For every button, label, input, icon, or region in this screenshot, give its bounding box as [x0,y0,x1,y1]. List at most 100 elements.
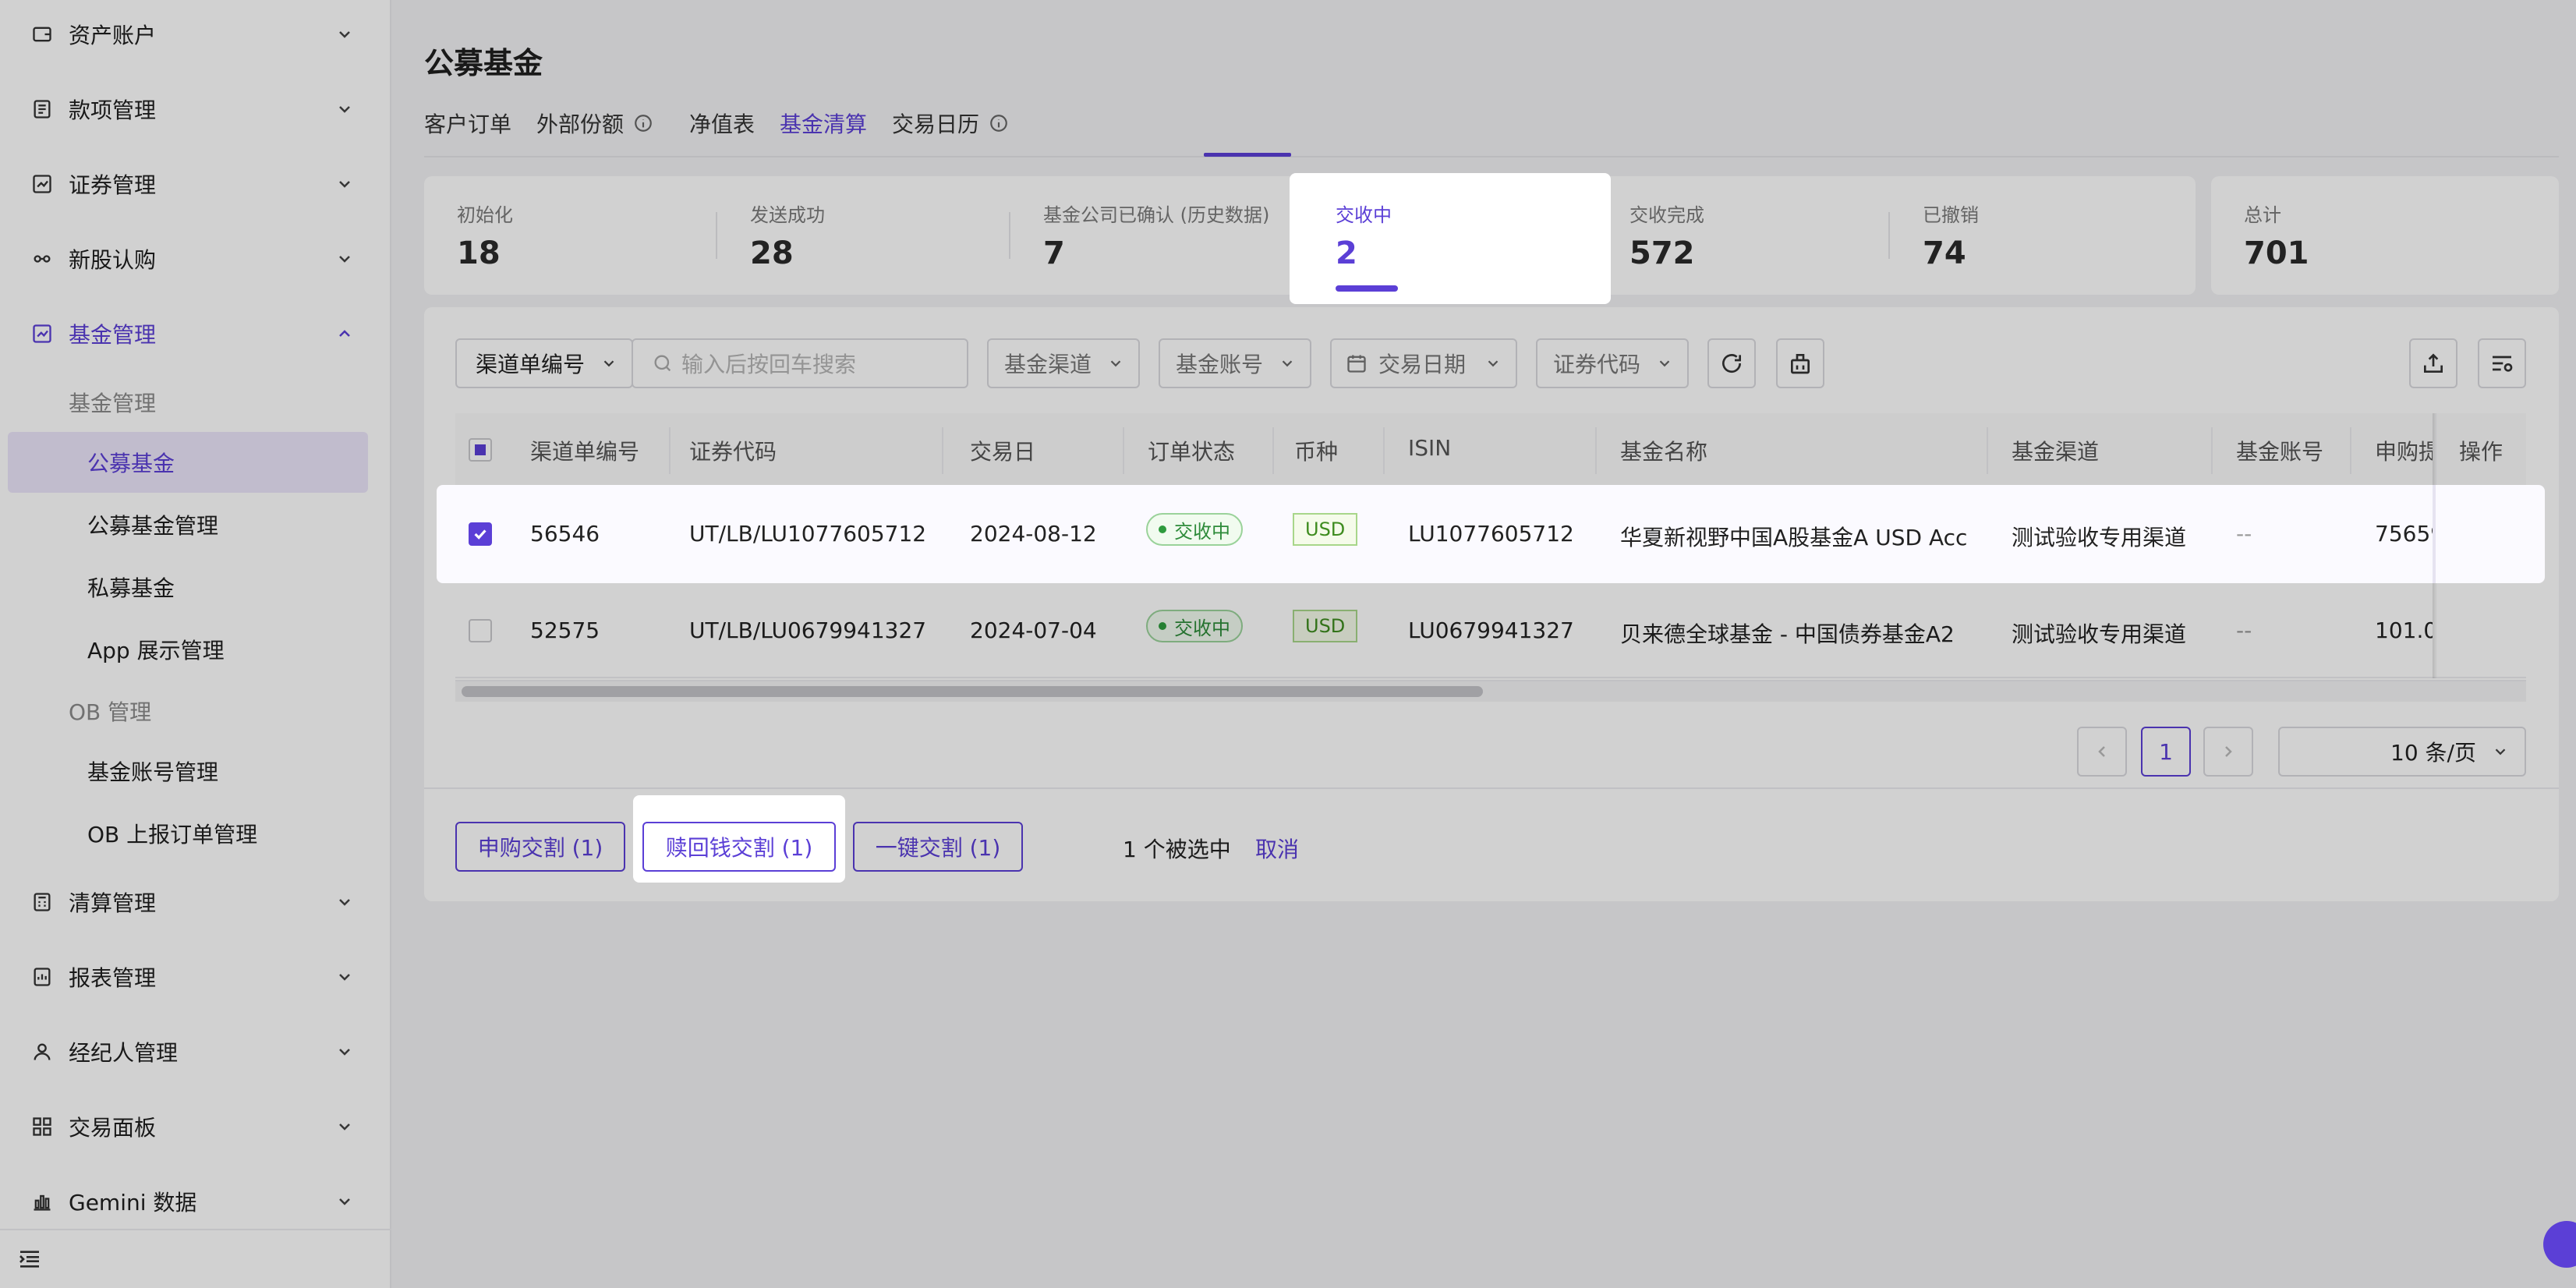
sidebar-item-public-fund-management[interactable]: 公募基金管理 [8,494,368,555]
stat-label: 已撤销 [1923,204,1979,226]
column-divider [2350,427,2351,474]
nav-group-securities[interactable]: 证券管理 [0,153,391,215]
chevron-down-icon [339,974,350,981]
security-code-filter[interactable]: 证券代码 [1536,338,1689,388]
stat-label: 交收中 [1336,204,1392,226]
one-click-settle-button[interactable]: 一键交割 (1) [853,822,1023,872]
chevron-left-icon [2098,746,2105,757]
calculator-icon [34,893,51,911]
fund-chart-icon [33,324,51,343]
collapse-menu-icon[interactable] [17,1247,42,1272]
document-icon [34,100,51,119]
page-size-select[interactable]: 10 条/页 [2278,727,2526,777]
report-icon [34,968,51,986]
tab-trade-calendar[interactable]: 交易日历 [892,108,1009,139]
nav-group-trading-panel[interactable]: 交易面板 [0,1095,391,1158]
column-header: 申购提 [2375,439,2433,465]
cancel-selection-link[interactable]: 取消 [1255,833,1299,864]
search-field-select[interactable]: 渠道单编号 [455,338,633,388]
stat-confirmed-history[interactable]: 基金公司已确认 (历史数据) 7 [1010,176,1304,295]
cell-fund-account: -- [2236,617,2252,643]
column-divider [2211,427,2213,474]
filter-label: 基金账号 [1176,352,1264,377]
stat-settling[interactable]: 交收中 2 [1290,173,1611,304]
stat-total[interactable]: 总计 701 [2211,176,2559,295]
sidebar-item-fund-account[interactable]: 基金账号管理 [8,741,368,801]
nav-group-ipo[interactable]: 新股认购 [0,228,391,290]
column-header: 基金渠道 [2012,439,2100,465]
column-header: 交易日 [970,439,1036,465]
sidebar-item-ob-orders[interactable]: OB 上报订单管理 [8,803,368,864]
page-number-button[interactable]: 1 [2141,727,2191,777]
divider [424,787,2559,789]
nav-group-funds-transfer[interactable]: 款项管理 [0,78,391,140]
search-placeholder: 输入后按回车搜索 [681,352,857,377]
nav-group-fund-management[interactable]: 基金管理 [0,303,391,365]
clear-filter-button[interactable] [1776,338,1824,388]
column-divider [1123,427,1124,474]
stat-value: 701 [2244,235,2309,271]
stat-initialized[interactable]: 初始化 18 [424,176,717,295]
tab-label: 客户订单 [424,111,512,137]
chevron-down-icon [339,1123,350,1131]
nav-group-label: 经纪人管理 [69,1040,179,1066]
select-all-checkbox[interactable] [469,438,492,462]
tab-fund-clearing[interactable]: 基金清算 [780,108,867,139]
next-page-button[interactable] [2203,727,2253,777]
export-button[interactable] [2409,338,2457,388]
nav-group-reports[interactable]: 报表管理 [0,946,391,1008]
stat-cancelled[interactable]: 已撤销 74 [1890,176,2183,295]
sidebar-item-app-display[interactable]: App 展示管理 [8,619,368,680]
filter-label: 交易日期 [1378,352,1467,377]
stat-sent-success[interactable]: 发送成功 28 [717,176,1010,295]
help-chat-button[interactable] [2543,1221,2576,1268]
fund-account-filter[interactable]: 基金账号 [1159,338,1311,388]
row-checkbox[interactable] [469,619,492,642]
redeem-settle-button[interactable]: 赎回钱交割 (1) [642,822,836,872]
row-checkbox[interactable] [469,522,492,546]
column-header: 币种 [1294,439,1339,465]
sidebar-item-private-fund[interactable]: 私募基金 [8,557,368,617]
stat-settled[interactable]: 交收完成 572 [1597,176,1890,295]
scrollbar-thumb[interactable] [462,686,1483,697]
redeem-settle-highlight: 赎回钱交割 (1) [633,795,845,883]
nav-group-brokers[interactable]: 经纪人管理 [0,1021,391,1083]
trade-date-filter[interactable]: 交易日期 [1330,338,1517,388]
active-stat-indicator [1336,285,1398,292]
refresh-button[interactable] [1707,338,1756,388]
chevron-right-icon [2225,746,2232,757]
stat-value: 2 [1336,235,1357,271]
tab-label: 基金清算 [780,111,868,137]
search-input[interactable]: 输入后按回车搜索 [632,338,968,388]
filter-label: 证券代码 [1553,352,1641,377]
chevron-down-icon [339,1198,350,1205]
info-icon [990,115,1007,132]
column-divider [1272,427,1274,474]
cell-fund-account: -- [2236,521,2252,547]
cell-fund-name: 贝来德全球基金 - 中国债券基金A2 [1620,621,1955,647]
cell-channel-no: 56546 [530,521,600,547]
tab-label: 外部份额 [536,111,625,137]
sidebar-item-public-fund[interactable]: 公募基金 [8,432,368,493]
tab-nav-table[interactable]: 净值表 [689,108,755,139]
nav-group-clearing[interactable]: 清算管理 [0,871,391,933]
tab-client-orders[interactable]: 客户订单 [424,108,511,139]
chevron-down-icon [1659,360,1670,367]
currency-badge: USD [1293,610,1358,642]
stat-value: 572 [1629,235,1695,271]
fund-channel-filter[interactable]: 基金渠道 [987,338,1140,388]
prev-page-button[interactable] [2077,727,2127,777]
nav-group-label: Gemini 数据 [69,1190,197,1215]
tab-external-shares[interactable]: 外部份额 [536,108,653,139]
table-row-selected[interactable]: 56546 UT/LB/LU1077605712 2024-08-12 交收中 … [437,485,2545,583]
cell-isin: LU1077605712 [1408,521,1574,547]
stat-value: 74 [1923,235,1966,271]
nav-group-label: 新股认购 [69,247,157,273]
nav-group-assets[interactable]: 资产账户 [0,3,391,65]
fixed-column-edge [2433,485,2436,583]
nav-group-gemini-data[interactable]: Gemini 数据 [0,1170,391,1233]
column-settings-button[interactable] [2478,338,2526,388]
subscribe-settle-button[interactable]: 申购交割 (1) [455,822,625,872]
stat-label: 发送成功 [750,204,825,226]
nav-group-label: 报表管理 [69,965,157,991]
